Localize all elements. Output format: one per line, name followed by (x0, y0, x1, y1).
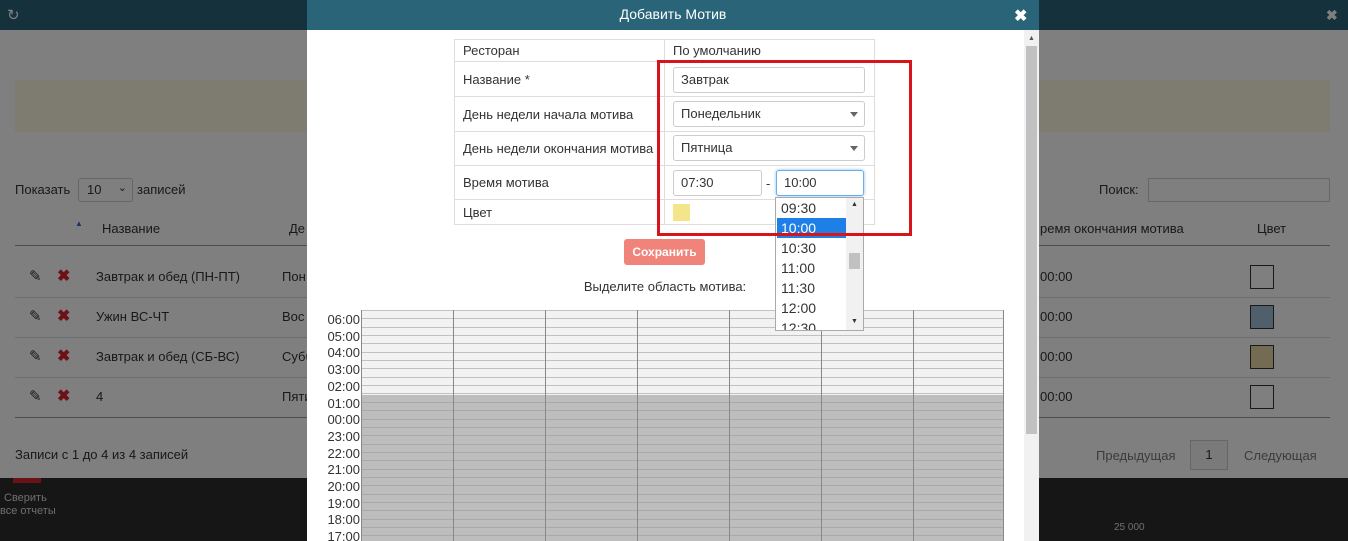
grid-row-line (361, 318, 1004, 319)
color-label: Цвет (454, 199, 665, 225)
grid-row-line (361, 419, 1004, 420)
grid-row-line (361, 343, 1004, 344)
dropdown-option[interactable]: 12:00 (777, 298, 852, 318)
grid-row-line (361, 494, 1004, 495)
grid-row-line (361, 469, 1004, 470)
grid-row-line (361, 402, 1004, 403)
grid-row-line (361, 485, 1004, 486)
time-axis-label: 17:00 (327, 529, 360, 541)
time-axis-label: 00:00 (327, 412, 360, 428)
dropdown-option[interactable]: 11:00 (777, 258, 852, 278)
grid-row-line (361, 410, 1004, 411)
time-axis-label: 19:00 (327, 495, 360, 511)
schedule-grid[interactable] (361, 310, 1004, 541)
grid-row-line (361, 368, 1004, 369)
grid-row-line (361, 335, 1004, 336)
grid-day-line (1003, 310, 1004, 541)
dropdown-option[interactable]: 12:30 (777, 318, 852, 330)
grid-row-line (361, 393, 1004, 394)
grid-day-line (453, 310, 454, 541)
start-day-label: День недели начала мотива (454, 96, 665, 132)
end-day-label: День недели окончания мотива (454, 131, 665, 166)
grid-row-line (361, 435, 1004, 436)
time-label: Время мотива (454, 165, 665, 200)
close-icon[interactable]: ✖ (1014, 6, 1027, 26)
grid-row-line (361, 327, 1004, 328)
grid-row-line (361, 360, 1004, 361)
grid-row-line (361, 510, 1004, 511)
grid-row-line (361, 385, 1004, 386)
time-axis-label: 06:00 (327, 312, 360, 327)
time-axis-label: 03:00 (327, 362, 360, 378)
grid-row-line (361, 352, 1004, 353)
scroll-down-icon[interactable]: ▼ (851, 318, 858, 325)
dropdown-option[interactable]: 11:30 (777, 278, 852, 298)
restaurant-label: Ресторан (454, 39, 665, 62)
time-axis-label: 22:00 (327, 445, 360, 461)
time-axis-label: 18:00 (327, 512, 360, 528)
time-axis-label: 23:00 (327, 428, 360, 444)
modal-title: Добавить Мотив (619, 6, 727, 22)
modal-scrollbar-thumb[interactable] (1026, 46, 1037, 434)
grid-row-line (361, 519, 1004, 520)
grid-row-line (361, 535, 1004, 536)
grid-row-line (361, 310, 1004, 311)
dropdown-option[interactable]: 10:30 (777, 238, 852, 258)
grid-row-line (361, 452, 1004, 453)
grid-row-line (361, 444, 1004, 445)
grid-day-line (821, 310, 822, 541)
dropdown-scrollbar-thumb[interactable] (849, 253, 860, 269)
time-axis-label: 05:00 (327, 328, 360, 344)
grid-day-line (361, 310, 362, 541)
grid-row-line (361, 502, 1004, 503)
grid-row-line (361, 460, 1004, 461)
grid-day-line (545, 310, 546, 541)
grid-day-line (637, 310, 638, 541)
grid-row-line (361, 427, 1004, 428)
save-button[interactable]: Сохранить (624, 239, 705, 265)
grid-day-line (729, 310, 730, 541)
grid-row-line (361, 527, 1004, 528)
grid-row-line (361, 377, 1004, 378)
time-axis-label: 01:00 (327, 395, 360, 411)
grid-row-line (361, 477, 1004, 478)
grid-day-line (913, 310, 914, 541)
highlight-annotation-box (657, 60, 912, 236)
scroll-up-icon[interactable]: ▲ (1028, 35, 1035, 42)
restaurant-value: По умолчанию (664, 39, 875, 62)
time-axis-label: 21:00 (327, 462, 360, 478)
select-area-hint: Выделите область мотива: (583, 279, 747, 294)
time-axis-label: 20:00 (327, 479, 360, 494)
time-axis-label: 04:00 (327, 345, 360, 361)
name-label: Название * (454, 61, 665, 97)
time-axis-label: 02:00 (327, 378, 360, 394)
